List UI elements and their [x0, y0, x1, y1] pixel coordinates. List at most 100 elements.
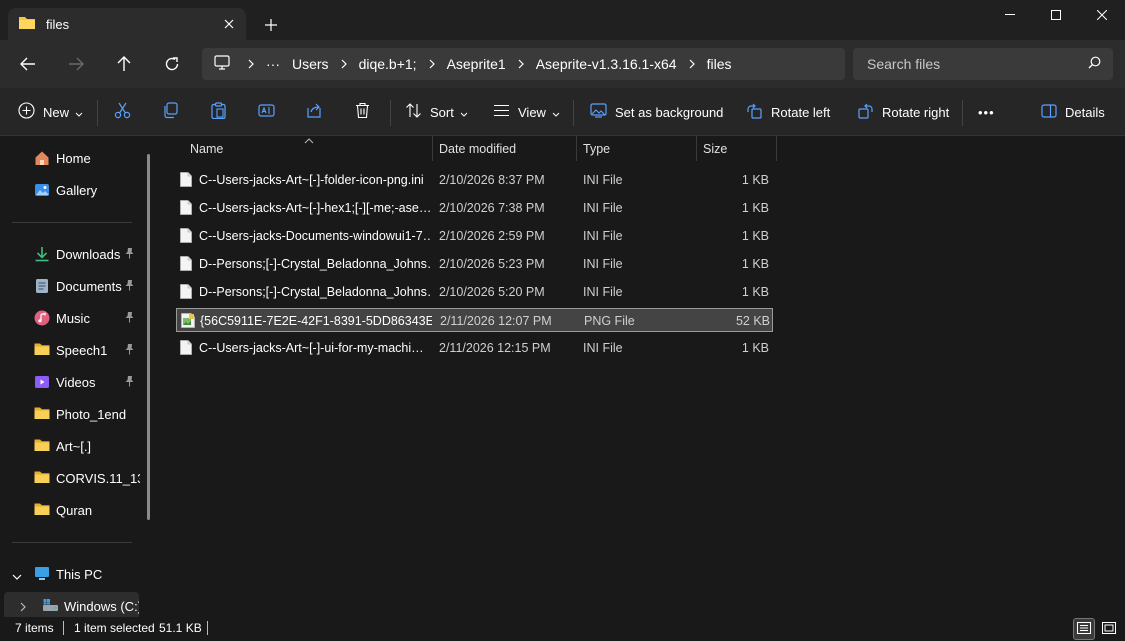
column-divider[interactable]	[776, 136, 777, 161]
new-button[interactable]: New	[18, 96, 83, 128]
close-tab-icon[interactable]	[216, 11, 242, 37]
breadcrumb-user-folder[interactable]: diqe.b+1;	[359, 56, 417, 72]
selection-size: 51.1 KB	[159, 621, 202, 635]
sidebar-item-gallery[interactable]: Gallery	[0, 176, 146, 204]
set-as-background-label: Set as background	[615, 104, 724, 120]
breadcrumb-overflow[interactable]: ···	[266, 56, 280, 72]
sidebar-item-quran[interactable]: Quran	[0, 496, 146, 524]
file-row[interactable]: C--Users-jacks-Art~[-]-ui-for-my-machi… 2…	[176, 336, 773, 360]
share-icon	[306, 102, 323, 122]
videos-icon	[34, 374, 50, 390]
chevron-right-icon[interactable]	[20, 600, 26, 615]
file-name: {56C5911E-7E2E-42F1-8391-5DD86343EA…	[200, 314, 432, 328]
chevron-down-icon[interactable]	[12, 568, 22, 583]
tab-files[interactable]: files	[8, 8, 246, 40]
sidebar-item-music[interactable]: Music	[0, 304, 146, 332]
paste-button[interactable]	[210, 96, 227, 128]
sidebar-item-videos[interactable]: Videos	[0, 368, 146, 396]
file-row[interactable]: C--Users-jacks-Art~[-]-hex1;[-][-me;-ase…	[176, 196, 773, 220]
sidebar-item-windows-c[interactable]: Windows (C:)	[4, 592, 139, 620]
breadcrumb-aseprite1[interactable]: Aseprite1	[447, 56, 506, 72]
breadcrumb-aseprite-version[interactable]: Aseprite-v1.3.16.1-x64	[536, 56, 677, 72]
sidebar-item-downloads[interactable]: Downloads	[0, 240, 146, 268]
pin-icon[interactable]	[124, 343, 135, 358]
back-button[interactable]	[11, 48, 45, 80]
folder-icon	[34, 470, 50, 486]
breadcrumb-files[interactable]: files	[707, 56, 732, 72]
file-date-modified: 2/10/2026 2:59 PM	[439, 229, 545, 243]
sidebar-item-label: Art~[.]	[56, 439, 92, 454]
rename-button[interactable]	[258, 96, 275, 128]
column-header-date-modified[interactable]: Date modified	[439, 136, 575, 161]
sidebar-item-speech1[interactable]: Speech1	[0, 336, 146, 364]
close-window-button[interactable]	[1079, 0, 1125, 30]
file-type: PNG File	[584, 314, 635, 328]
file-name: D--Persons;[-]-Crystal_Beladonna_Johns…	[199, 257, 431, 271]
file-row[interactable]: C--Users-jacks-Art~[-]-folder-icon-png.i…	[176, 168, 773, 192]
rotate-left-button[interactable]: Rotate left	[746, 96, 830, 128]
chevron-right-icon[interactable]	[248, 59, 254, 69]
file-name: D--Persons;[-]-Crystal_Beladonna_Johns…	[199, 285, 431, 299]
column-divider[interactable]	[696, 136, 697, 161]
minimize-button[interactable]	[987, 0, 1033, 30]
sidebar-item-corvis[interactable]: CORVIS.11_13_1.	[0, 464, 146, 492]
copy-button[interactable]	[162, 96, 179, 128]
new-tab-button[interactable]	[258, 12, 284, 38]
share-button[interactable]	[306, 96, 323, 128]
refresh-button[interactable]	[155, 48, 189, 80]
large-icons-view-button[interactable]	[1098, 618, 1120, 640]
pin-icon[interactable]	[124, 279, 135, 294]
delete-button[interactable]	[354, 96, 371, 128]
details-view-button[interactable]	[1073, 618, 1095, 640]
pin-icon[interactable]	[124, 247, 135, 262]
folder-icon	[34, 342, 50, 358]
details-pane-icon	[1041, 103, 1057, 121]
set-as-background-button[interactable]: Set as background	[590, 96, 723, 128]
file-row[interactable]: {56C5911E-7E2E-42F1-8391-5DD86343EA… 2/11…	[176, 308, 773, 332]
sidebar-item-this-pc[interactable]: This PC	[0, 560, 146, 588]
chevron-right-icon[interactable]	[518, 59, 524, 69]
column-header-type[interactable]: Type	[583, 136, 693, 161]
rotate-right-button[interactable]: Rotate right	[857, 96, 949, 128]
pin-icon[interactable]	[124, 375, 135, 390]
maximize-button[interactable]	[1033, 0, 1079, 30]
file-row[interactable]: C--Users-jacks-Documents-windowui1-7… 2/1…	[176, 224, 773, 248]
search-box[interactable]: Search files	[853, 48, 1113, 80]
sort-button[interactable]: Sort	[405, 96, 468, 128]
column-divider[interactable]	[432, 136, 433, 161]
chevron-right-icon[interactable]	[341, 59, 347, 69]
plus-circle-icon	[18, 102, 35, 122]
chevron-right-icon[interactable]	[689, 59, 695, 69]
more-options-button[interactable]: •••	[978, 96, 995, 128]
address-bar[interactable]: ··· Users diqe.b+1; Aseprite1 Aseprite-v…	[202, 48, 845, 80]
sidebar-scrollbar[interactable]	[147, 154, 150, 520]
sidebar-item-photo-1end[interactable]: Photo_1end	[0, 400, 146, 428]
more-label: •••	[978, 104, 995, 120]
search-input[interactable]: Search files	[867, 56, 1088, 72]
file-row[interactable]: D--Persons;[-]-Crystal_Beladonna_Johns… 2…	[176, 252, 773, 276]
file-size: 1 KB	[741, 257, 769, 271]
sidebar-item-documents[interactable]: Documents	[0, 272, 146, 300]
column-size-label: Size	[703, 141, 728, 156]
sidebar-item-home[interactable]: Home	[0, 144, 146, 172]
file-row[interactable]: D--Persons;[-]-Crystal_Beladonna_Johns… 2…	[176, 280, 773, 304]
column-header-name[interactable]: Name	[190, 136, 430, 161]
pin-icon[interactable]	[124, 311, 135, 326]
sidebar-item-art[interactable]: Art~[.]	[0, 432, 146, 460]
details-button[interactable]: Details	[1041, 96, 1105, 128]
sidebar-item-label: Windows (C:)	[64, 599, 139, 614]
view-button[interactable]: View	[493, 96, 560, 128]
breadcrumb-users[interactable]: Users	[292, 56, 329, 72]
this-pc-icon[interactable]	[214, 55, 230, 73]
command-bar: New Sort View Set as background Rotate l…	[0, 88, 1125, 136]
cut-button[interactable]	[114, 96, 131, 128]
drive-icon	[42, 598, 58, 614]
column-header-size[interactable]: Size	[703, 136, 773, 161]
column-divider[interactable]	[576, 136, 577, 161]
chevron-right-icon[interactable]	[429, 59, 435, 69]
up-button[interactable]	[107, 48, 141, 80]
png-file-icon	[181, 313, 195, 331]
rename-icon	[258, 102, 275, 122]
forward-button[interactable]	[59, 48, 93, 80]
ini-file-icon	[180, 228, 192, 246]
